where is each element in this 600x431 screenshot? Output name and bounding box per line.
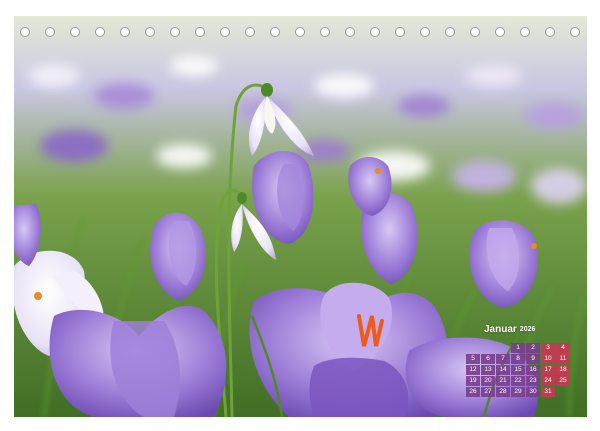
binding-ring bbox=[495, 27, 505, 37]
calendar-day: 21 bbox=[496, 376, 510, 386]
binding-ring bbox=[170, 27, 180, 37]
calendar-day: 4 bbox=[556, 343, 570, 353]
calendar-day: 20 bbox=[481, 376, 495, 386]
binding-ring bbox=[45, 27, 55, 37]
binding-ring bbox=[370, 27, 380, 37]
binding-ring bbox=[570, 27, 580, 37]
binding-ring bbox=[245, 27, 255, 37]
binding-ring bbox=[470, 27, 480, 37]
calendar-day: 26 bbox=[466, 387, 480, 397]
calendar-empty-cell bbox=[466, 343, 480, 353]
binding-ring bbox=[70, 27, 80, 37]
binding-ring bbox=[145, 27, 155, 37]
binding-ring bbox=[395, 27, 405, 37]
calendar-day: 24 bbox=[541, 376, 555, 386]
calendar-day: 30 bbox=[526, 387, 540, 397]
binding-ring bbox=[420, 27, 430, 37]
crocus-foreground-left bbox=[49, 305, 227, 417]
calendar-day: 11 bbox=[556, 354, 570, 364]
calendar-empty-cell bbox=[481, 343, 495, 353]
calendar-day: 28 bbox=[496, 387, 510, 397]
binding-ring bbox=[520, 27, 530, 37]
calendar-grid: 1 2 3 4 5 6 7 8 9 10 11 12 13 14 15 16 17 18 19 20 21 22 23 24 2… bbox=[466, 343, 570, 397]
calendar-year: 2026 bbox=[519, 326, 536, 333]
calendar-day: 12 bbox=[466, 365, 480, 375]
binding-ring bbox=[445, 27, 455, 37]
calendar-day: 5 bbox=[466, 354, 480, 364]
calendar-day: 16 bbox=[526, 365, 540, 375]
calendar-day: 23 bbox=[526, 376, 540, 386]
spiral-binding bbox=[20, 24, 580, 40]
binding-ring bbox=[345, 27, 355, 37]
binding-ring bbox=[320, 27, 330, 37]
calendar-day: 14 bbox=[496, 365, 510, 375]
calendar-day: 22 bbox=[511, 376, 525, 386]
calendar-page: Januar 2026 1 2 3 4 5 6 7 8 9 10 11 12 13 14 15 16 17 18 19… bbox=[0, 0, 600, 431]
calendar-month: Januar bbox=[484, 324, 517, 335]
calendar-day: 19 bbox=[466, 376, 480, 386]
calendar-day: 2 bbox=[526, 343, 540, 353]
calendar-day: 3 bbox=[541, 343, 555, 353]
binding-ring bbox=[195, 27, 205, 37]
calendar-day: 18 bbox=[556, 365, 570, 375]
binding-ring bbox=[20, 27, 30, 37]
binding-ring bbox=[120, 27, 130, 37]
calendar-heading: Januar 2026 bbox=[484, 324, 574, 336]
calendar-day: 10 bbox=[541, 354, 555, 364]
calendar-day: 31 bbox=[541, 387, 555, 397]
calendar-day: 1 bbox=[511, 343, 525, 353]
binding-ring bbox=[545, 27, 555, 37]
calendar-day: 8 bbox=[511, 354, 525, 364]
calendar-day: 9 bbox=[526, 354, 540, 364]
binding-ring bbox=[295, 27, 305, 37]
calendar-day: 15 bbox=[511, 365, 525, 375]
calendar-day: 7 bbox=[496, 354, 510, 364]
calendar-day: 27 bbox=[481, 387, 495, 397]
calendar-day: 6 bbox=[481, 354, 495, 364]
calendar-day: 13 bbox=[481, 365, 495, 375]
calendar-day: 17 bbox=[541, 365, 555, 375]
calendar-empty-cell bbox=[496, 343, 510, 353]
binding-ring bbox=[95, 27, 105, 37]
calendar-empty-cell bbox=[556, 387, 570, 397]
binding-ring bbox=[220, 27, 230, 37]
binding-ring bbox=[270, 27, 280, 37]
calendar-day: 25 bbox=[556, 376, 570, 386]
calendar-day: 29 bbox=[511, 387, 525, 397]
